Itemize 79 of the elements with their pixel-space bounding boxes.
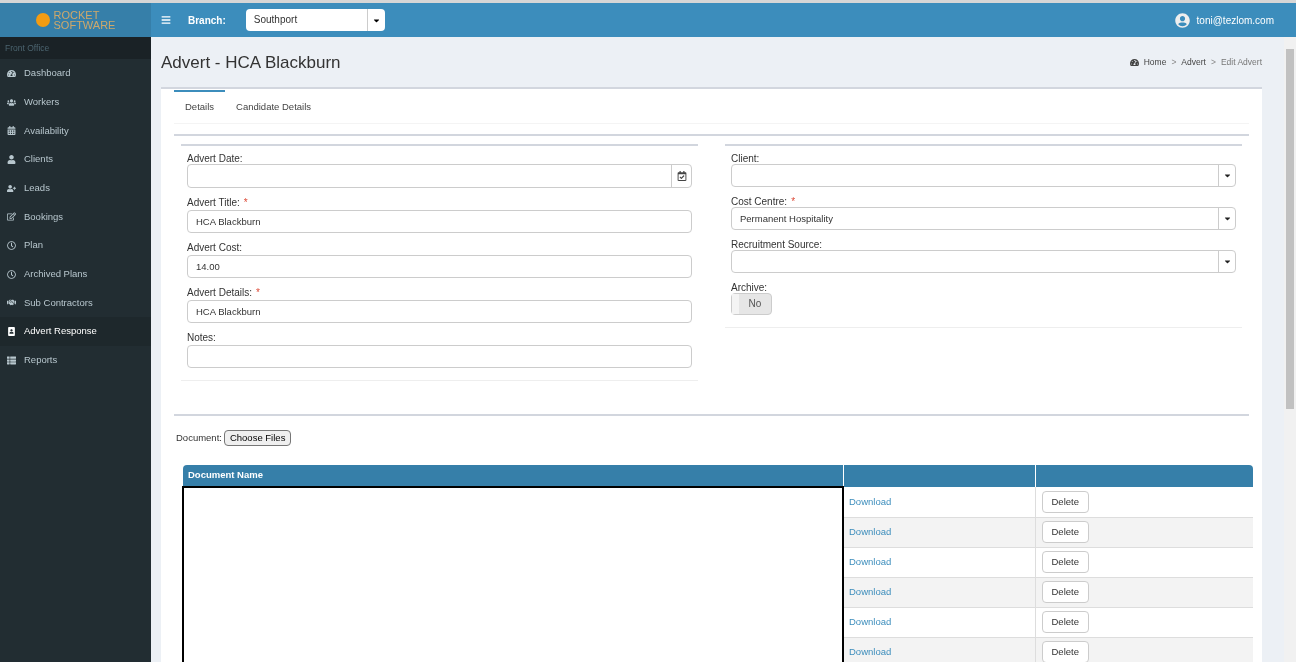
sidebar-item[interactable]: Advert Response xyxy=(0,317,151,346)
delete-button[interactable]: Delete xyxy=(1041,551,1089,573)
delete-button[interactable]: Delete xyxy=(1041,521,1089,543)
sidebar-item[interactable]: Reports xyxy=(0,345,151,375)
breadcrumb-separator: > xyxy=(1210,55,1216,69)
clock-icon xyxy=(7,269,16,279)
field-label: Advert Cost: xyxy=(187,243,243,253)
field-label: Notes: xyxy=(187,333,216,343)
field-label: Cost Centre: xyxy=(731,197,788,207)
field-label: Advert Details: xyxy=(187,288,253,298)
download-link[interactable]: Download xyxy=(849,495,892,507)
user-email[interactable]: toni@tezlom.com xyxy=(1196,12,1274,28)
input-field[interactable]: 14.00 xyxy=(187,255,692,278)
delete-button[interactable]: Delete xyxy=(1041,490,1089,513)
dashboard-icon xyxy=(7,68,16,78)
delete-button[interactable]: Delete xyxy=(1041,581,1089,603)
sidebar-item[interactable]: Plan xyxy=(0,231,151,260)
field-label: Advert Date: xyxy=(187,154,243,164)
date-field[interactable] xyxy=(187,164,692,188)
rocket-logo-icon xyxy=(35,13,50,27)
caret-icon xyxy=(1222,257,1232,266)
edit-icon xyxy=(7,212,16,222)
breadcrumb-separator: > xyxy=(1171,55,1177,69)
field-label: Advert Title: xyxy=(187,198,240,208)
sidebar-item[interactable]: Leads xyxy=(0,173,151,203)
sidebar-item[interactable]: Sub Contractors xyxy=(0,288,151,318)
sidebar-item[interactable]: Dashboard xyxy=(0,59,151,88)
portrait-icon xyxy=(7,327,16,337)
required-mark: * xyxy=(243,198,248,208)
tab[interactable]: Details xyxy=(174,90,226,123)
sidebar-item[interactable]: Availability xyxy=(0,116,151,146)
required-mark: * xyxy=(791,197,796,207)
branch-label: Branch: xyxy=(188,13,226,28)
menu-icon[interactable] xyxy=(161,15,171,25)
logo-text: SOFTWARE xyxy=(53,20,116,30)
caret-icon xyxy=(1222,171,1232,180)
archive-toggle[interactable]: No xyxy=(731,293,772,315)
select-field[interactable]: Permanent Hospitality xyxy=(731,207,1236,230)
download-link[interactable]: Download xyxy=(849,585,892,597)
field-label: Archive: xyxy=(731,283,768,293)
user-avatar-icon[interactable] xyxy=(1174,12,1190,28)
clock-icon xyxy=(7,240,16,250)
select-field[interactable] xyxy=(731,164,1236,187)
tab[interactable]: Candidate Details xyxy=(225,90,323,123)
user-icon xyxy=(7,154,16,164)
users-icon xyxy=(7,97,16,107)
branch-select[interactable]: Southport xyxy=(245,9,385,31)
handshake-icon xyxy=(7,298,16,308)
required-mark: * xyxy=(256,288,260,298)
input-field[interactable]: HCA Blackburn xyxy=(187,300,692,323)
field-label: Recruitment Source: xyxy=(731,240,823,250)
sidebar-item[interactable]: Workers xyxy=(0,87,151,117)
download-link[interactable]: Download xyxy=(849,645,892,657)
list-icon xyxy=(7,355,16,365)
sidebar-item[interactable]: Clients xyxy=(0,145,151,174)
column-header: Document Name xyxy=(183,465,843,487)
user-plus-icon xyxy=(7,183,16,193)
dashboard-icon xyxy=(1129,57,1139,67)
download-link[interactable]: Download xyxy=(849,555,892,567)
sidebar-item[interactable]: Bookings xyxy=(0,202,151,232)
calendar-icon xyxy=(7,126,16,136)
page-title: Advert - HCA Blackburn xyxy=(161,52,341,75)
breadcrumb-link[interactable]: Home xyxy=(1143,55,1167,69)
input-field[interactable] xyxy=(187,345,692,368)
sidebar-item[interactable]: Archived Plans xyxy=(0,259,151,289)
breadcrumb-link[interactable]: Advert xyxy=(1181,55,1206,69)
sidebar-header: Front Office xyxy=(0,37,151,59)
logo-text: ROCKET xyxy=(53,10,101,20)
document-label: Document: xyxy=(176,430,222,445)
field-label: Client: xyxy=(731,154,760,164)
download-link[interactable]: Download xyxy=(849,525,892,537)
download-link[interactable]: Download xyxy=(849,615,892,627)
choose-files-button[interactable]: Choose Files xyxy=(223,430,292,446)
calendar-icon[interactable] xyxy=(676,171,687,181)
input-field[interactable]: HCA Blackburn xyxy=(187,210,692,233)
caret-icon xyxy=(1222,214,1232,223)
delete-button[interactable]: Delete xyxy=(1041,641,1089,662)
select-field[interactable] xyxy=(731,250,1236,273)
delete-button[interactable]: Delete xyxy=(1041,611,1089,633)
